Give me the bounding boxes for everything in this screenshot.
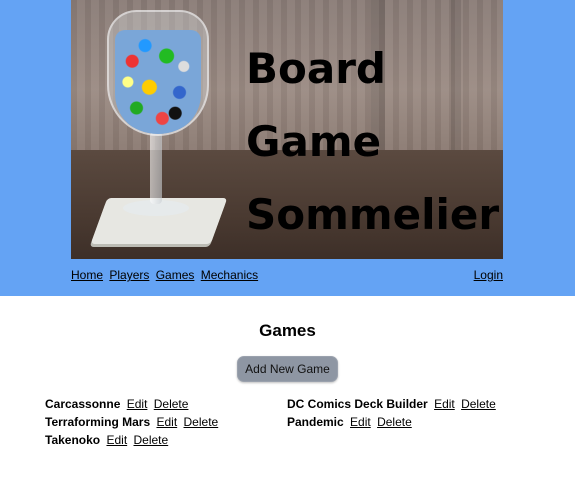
games-list: Carcassonne Edit Delete DC Comics Deck B… [45,396,545,448]
game-name: DC Comics Deck Builder [287,397,428,411]
list-item: Takenoko Edit Delete [45,432,287,448]
edit-link[interactable]: Edit [127,397,148,411]
list-item: Terraforming Mars Edit Delete [45,414,287,430]
delete-link[interactable]: Delete [134,433,169,447]
site-header: Board Game Sommelier Home Players Games … [0,0,575,296]
list-item: Carcassonne Edit Delete [45,396,287,412]
site-title: Board Game Sommelier [246,32,499,251]
game-name: Pandemic [287,415,344,429]
glass-bowl [107,10,209,136]
game-name: Terraforming Mars [45,415,151,429]
game-name: Carcassonne [45,397,121,411]
glass-stem [150,132,162,204]
page-title: Games [259,321,316,340]
delete-link[interactable]: Delete [461,397,496,411]
edit-link[interactable]: Edit [350,415,371,429]
nav-link-players[interactable]: Players [109,268,149,282]
main-nav: Home Players Games Mechanics Login [71,268,503,282]
game-name: Takenoko [45,433,101,447]
edit-link[interactable]: Edit [106,433,127,447]
list-item: DC Comics Deck Builder Edit Delete [287,396,529,412]
edit-link[interactable]: Edit [434,397,455,411]
edit-link[interactable]: Edit [156,415,177,429]
nav-link-mechanics[interactable]: Mechanics [201,268,258,282]
add-new-game-button[interactable]: Add New Game [237,356,338,382]
delete-link[interactable]: Delete [184,415,219,429]
banner-image: Board Game Sommelier [71,0,503,259]
delete-link[interactable]: Delete [377,415,412,429]
main-content: Games Add New Game Carcassonne Edit Dele… [0,296,575,447]
nav-link-home[interactable]: Home [71,268,103,282]
site-title-line: Game [246,117,382,166]
delete-link[interactable]: Delete [154,397,189,411]
site-title-line: Board [246,44,386,93]
nav-link-games[interactable]: Games [156,268,195,282]
meeples-illustration [115,30,201,134]
site-title-line: Sommelier [246,190,500,239]
login-link[interactable]: Login [474,268,503,282]
list-item: Pandemic Edit Delete [287,414,529,430]
